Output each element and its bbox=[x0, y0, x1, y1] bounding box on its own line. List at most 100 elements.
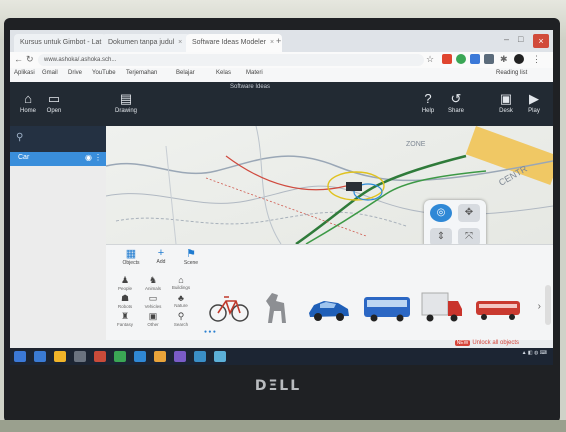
object-horse[interactable] bbox=[260, 289, 292, 329]
move-icon[interactable]: ✥ bbox=[458, 204, 480, 222]
browser-tab-2[interactable]: Dokumen tanpa judul × bbox=[102, 34, 190, 52]
tab-objects[interactable]: ▦ Objects bbox=[116, 247, 146, 266]
object-bus[interactable] bbox=[362, 289, 412, 329]
object-bicycle[interactable] bbox=[208, 289, 250, 329]
category-label: Buildings bbox=[171, 285, 191, 290]
visibility-icon[interactable]: ◉ bbox=[85, 153, 92, 162]
bookmark-item[interactable]: Kelas bbox=[216, 70, 231, 76]
taskbar-app-icon[interactable] bbox=[54, 351, 66, 362]
scale-icon[interactable]: ⤧ bbox=[458, 228, 480, 244]
extension-icon[interactable] bbox=[470, 54, 480, 64]
chevron-right-icon[interactable]: › bbox=[538, 301, 541, 312]
menu-icon[interactable]: ⋮ bbox=[532, 54, 541, 65]
object-train[interactable] bbox=[474, 289, 522, 329]
extension-icon[interactable] bbox=[456, 54, 466, 64]
sidebar-item-car[interactable]: Car ◉ ⋮ bbox=[10, 152, 106, 166]
object-truck[interactable] bbox=[420, 289, 464, 329]
category-vehicles[interactable]: ▭ Vehicles bbox=[140, 293, 166, 309]
more-icon[interactable]: ⋮ bbox=[94, 153, 102, 162]
reading-list-link[interactable]: Reading list bbox=[496, 70, 527, 76]
taskbar-app-icon[interactable] bbox=[154, 351, 166, 362]
taskbar-app-icon[interactable] bbox=[194, 351, 206, 362]
taskbar-app-icon[interactable] bbox=[134, 351, 146, 362]
monitor-screen: Kursus untuk Gimbot - Lat× Dokumen tanpa… bbox=[10, 30, 553, 365]
buildings-icon: ⌂ bbox=[178, 275, 184, 285]
taskbar-app-icon[interactable] bbox=[74, 351, 86, 362]
new-tab-icon[interactable]: + bbox=[276, 36, 281, 46]
search-icon[interactable]: ⚲ bbox=[16, 132, 23, 143]
system-tray[interactable]: ▲ ◧ ◍ ⌨ bbox=[522, 350, 547, 356]
taskbar-app-icon[interactable] bbox=[114, 351, 126, 362]
library-scrollbar[interactable] bbox=[545, 285, 551, 325]
truck-icon bbox=[421, 292, 462, 322]
map-canvas[interactable]: CENTR ZONE ◎ ✥ ⇕ ⤧ bbox=[106, 126, 553, 244]
transform-gizmo: ◎ ✥ ⇕ ⤧ bbox=[424, 200, 486, 244]
svg-text:ZONE: ZONE bbox=[406, 141, 426, 148]
extension-icon[interactable] bbox=[442, 54, 452, 64]
open-button[interactable]: ▭ Open bbox=[36, 92, 72, 115]
tab-close-icon[interactable]: × bbox=[270, 39, 274, 46]
puzzle-icon[interactable]: ✱ bbox=[500, 54, 508, 65]
sidebar-item-label: Car bbox=[18, 154, 30, 161]
desk bbox=[0, 420, 566, 432]
car-icon bbox=[309, 301, 349, 321]
category-people[interactable]: ♟ People bbox=[112, 275, 138, 291]
extension-icon[interactable] bbox=[484, 54, 494, 64]
bookmark-item[interactable]: YouTube bbox=[92, 70, 116, 76]
category-other[interactable]: ▣ Other bbox=[140, 311, 166, 327]
taskbar-app-icon[interactable] bbox=[214, 351, 226, 362]
object-car[interactable] bbox=[306, 289, 352, 329]
new-badge: NEW bbox=[454, 340, 471, 346]
bookmark-item[interactable]: Drive bbox=[68, 70, 82, 76]
browser-tab-1[interactable]: Kursus untuk Gimbot - Lat× bbox=[14, 34, 106, 52]
star-icon[interactable]: ☆ bbox=[426, 54, 434, 65]
back-icon[interactable]: ← bbox=[14, 54, 23, 64]
app-title: Software Ideas bbox=[230, 84, 271, 90]
bookmark-item[interactable]: Terjemahan bbox=[126, 70, 157, 76]
taskbar-app-icon[interactable] bbox=[94, 351, 106, 362]
minimize-icon[interactable]: – bbox=[504, 34, 509, 44]
monitor-brand-logo: DΞLL bbox=[254, 378, 302, 394]
object-library-panel: ▦ Objects + Add ⚑ Scene ♟ People ♞ Animals ⌂ B… bbox=[106, 244, 553, 341]
unlock-all-objects-link[interactable]: NEW Unlock all objects bbox=[454, 340, 519, 346]
category-robots[interactable]: ☗ Robots bbox=[112, 293, 138, 309]
add-icon: + bbox=[157, 247, 165, 259]
sidebar-header: ⚲ bbox=[10, 126, 106, 152]
os-taskbar: ▲ ◧ ◍ ⌨ bbox=[10, 348, 553, 365]
height-icon[interactable]: ⇕ bbox=[430, 228, 452, 244]
profile-avatar[interactable] bbox=[514, 54, 524, 64]
taskbar-app-icon[interactable] bbox=[34, 351, 46, 362]
tab-scene[interactable]: ⚑ Scene bbox=[176, 247, 206, 266]
play-button[interactable]: ▶ Play bbox=[516, 92, 552, 115]
rotate-icon[interactable]: ◎ bbox=[430, 204, 452, 222]
drawing-button[interactable]: ▤ Drawing bbox=[108, 92, 144, 115]
status-bar: NEW Unlock all objects bbox=[10, 340, 553, 348]
bookmark-item[interactable]: Belajar bbox=[176, 70, 195, 76]
category-search[interactable]: ⚲ Search bbox=[168, 311, 194, 327]
bus-icon bbox=[364, 297, 410, 322]
url-input[interactable]: www.ashoka/.ashoka.sch... bbox=[38, 54, 424, 66]
tab-close-icon[interactable]: × bbox=[178, 39, 182, 46]
browser-tab-bar: Kursus untuk Gimbot - Lat× Dokumen tanpa… bbox=[10, 30, 553, 52]
people-icon: ♟ bbox=[120, 275, 130, 285]
bookmark-item[interactable]: Materi bbox=[246, 70, 263, 76]
maximize-icon[interactable]: □ bbox=[518, 34, 523, 44]
bookmark-item[interactable]: Gmail bbox=[42, 70, 58, 76]
window-close-icon[interactable]: × bbox=[533, 34, 549, 48]
bookmark-item[interactable]: Aplikasi bbox=[14, 70, 35, 76]
category-animals[interactable]: ♞ Animals bbox=[140, 275, 166, 291]
category-nature[interactable]: ♣ Nature bbox=[168, 293, 194, 308]
tab-add[interactable]: + Add bbox=[146, 247, 176, 265]
share-button[interactable]: ↺ Share bbox=[438, 92, 474, 115]
category-fantasy[interactable]: ♜ Fantasy bbox=[112, 311, 138, 327]
category-label: Search bbox=[173, 322, 189, 327]
start-icon[interactable] bbox=[14, 351, 26, 362]
browser-tab-3[interactable]: Software Ideas Modeler × bbox=[186, 34, 282, 52]
robots-icon: ☗ bbox=[120, 293, 130, 303]
tab-label: Kursus untuk Gimbot - Lat bbox=[20, 39, 102, 46]
reload-icon[interactable]: ↻ bbox=[26, 54, 34, 65]
category-buildings[interactable]: ⌂ Buildings bbox=[168, 275, 194, 290]
category-label: Vehicles bbox=[144, 304, 162, 309]
taskbar-app-icon[interactable] bbox=[174, 351, 186, 362]
pagination-dots[interactable]: ● ● ● bbox=[204, 329, 216, 335]
